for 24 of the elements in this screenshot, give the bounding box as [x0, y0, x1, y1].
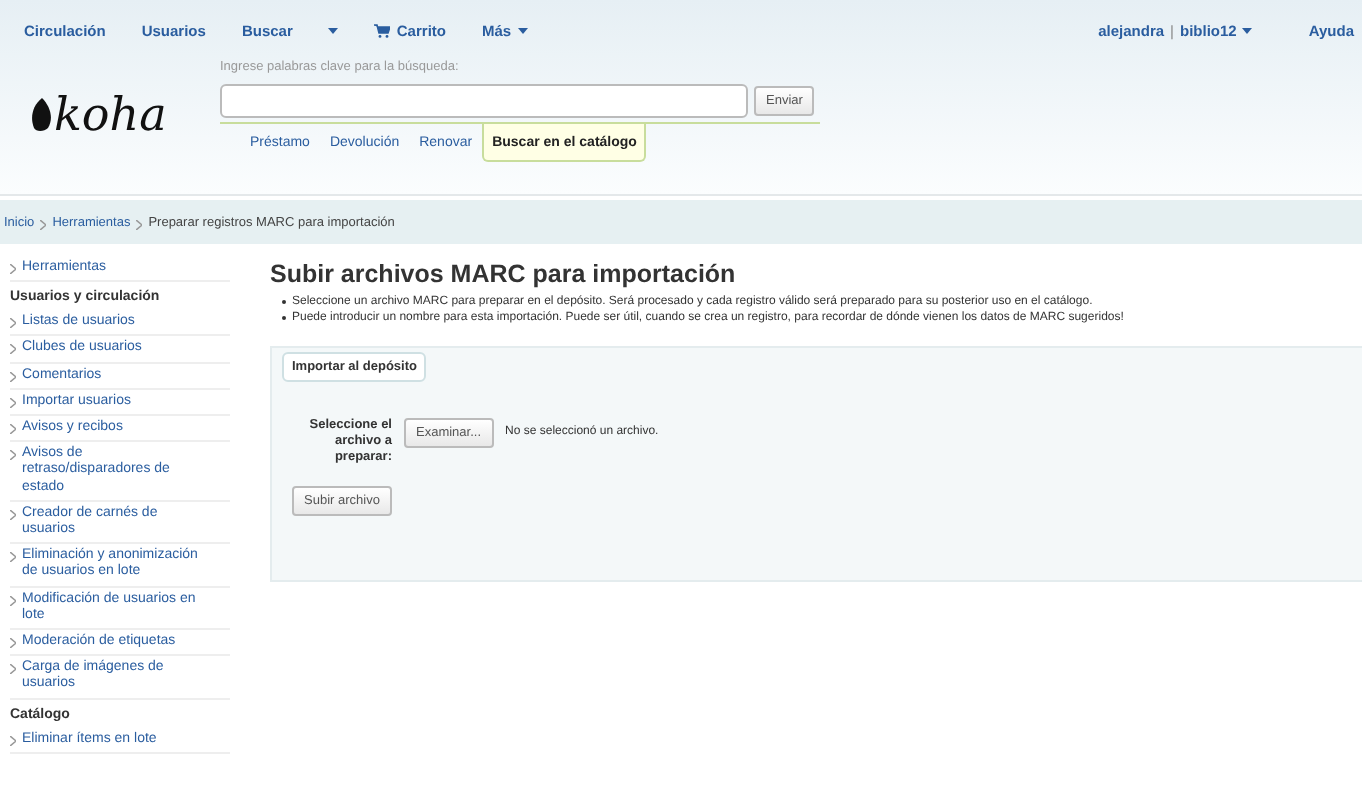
chevron-icon: [10, 595, 16, 606]
chevron-icon: [10, 735, 16, 746]
chevron-icon: [10, 318, 16, 329]
caret-icon: [328, 27, 339, 33]
chevron-icon: [10, 397, 16, 408]
search-field[interactable]: [220, 84, 748, 118]
chevron-icon: [40, 219, 47, 229]
logo[interactable]: koha: [30, 46, 220, 162]
caret-icon: [1242, 27, 1253, 33]
chevron-icon: [10, 450, 16, 461]
leaf-icon: [30, 98, 52, 132]
chevron-icon: [10, 664, 16, 675]
chevron-icon: [10, 552, 16, 563]
chevron-icon: [10, 509, 16, 520]
nav-dropdown[interactable]: [328, 27, 339, 33]
page-title: Subir archivos MARC para importación: [270, 260, 738, 288]
cart-icon: [374, 23, 391, 37]
chevron-icon: [136, 219, 143, 229]
chevron-icon: [10, 344, 16, 355]
chevron-icon: [10, 424, 16, 435]
chevron-icon: [10, 638, 16, 649]
chevron-icon: [10, 264, 16, 274]
caret-icon: [517, 27, 528, 33]
chevron-icon: [10, 371, 16, 382]
